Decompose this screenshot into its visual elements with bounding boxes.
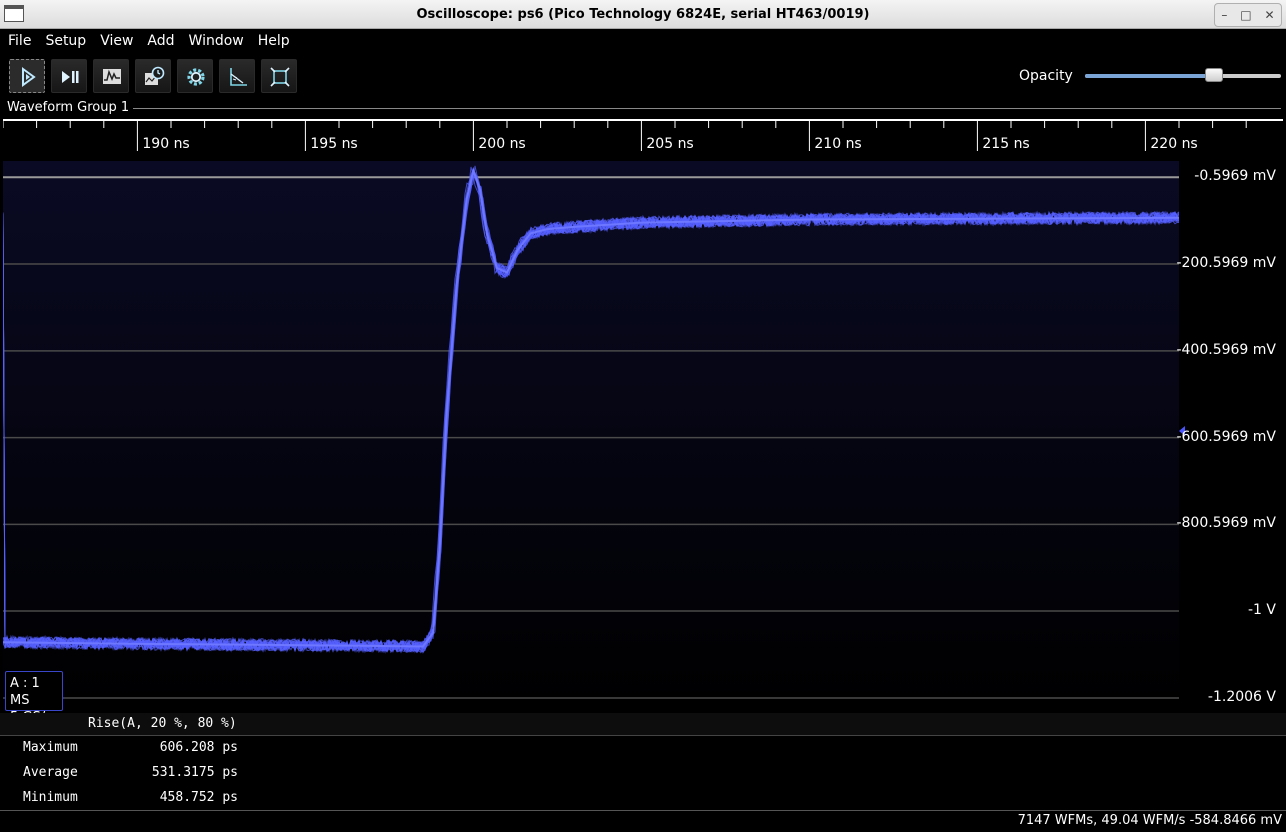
y-axis-label: -400.5969 mV bbox=[1176, 341, 1276, 358]
window-controls: – □ ✕ bbox=[1214, 3, 1282, 27]
measurement-label: Maximum bbox=[23, 740, 78, 755]
start-trigger-button[interactable] bbox=[9, 59, 45, 93]
clock-chart-icon bbox=[145, 66, 165, 85]
measurement-value: 458.752 ps bbox=[159, 790, 238, 805]
menubar: File Setup View Add Window Help bbox=[0, 29, 1286, 53]
play-pause-icon bbox=[62, 71, 79, 83]
measurement-panel: Rise(A, 20 %, 80 %) Maximum 606.208 ps A… bbox=[0, 713, 1286, 811]
measurement-header[interactable]: Rise(A, 20 %, 80 %) bbox=[0, 713, 1286, 736]
measurement-label: Minimum bbox=[23, 790, 78, 805]
timeline-tick-label: 190 ns bbox=[142, 136, 189, 152]
measurement-title: Rise(A, 20 %, 80 %) bbox=[88, 716, 237, 731]
measurement-row: Maximum 606.208 ps bbox=[0, 736, 1286, 761]
waveform-group-title: Waveform Group 1 bbox=[7, 100, 134, 115]
expand-icon bbox=[270, 67, 290, 87]
timeline-tick-label: 200 ns bbox=[478, 136, 525, 152]
channel-info-box[interactable]: A : 1 MS 5 GS/s bbox=[5, 671, 63, 725]
menu-add[interactable]: Add bbox=[141, 33, 180, 49]
window-title: Oscilloscope: ps6 (Pico Technology 6824E… bbox=[416, 7, 870, 22]
measurement-label: Average bbox=[23, 765, 78, 780]
window-titlebar: Oscilloscope: ps6 (Pico Technology 6824E… bbox=[0, 0, 1286, 29]
waveform-icon bbox=[103, 69, 121, 84]
timeline-tick-label: 205 ns bbox=[646, 136, 693, 152]
timeline-ruler[interactable]: 190 ns 195 ns 200 ns 205 ns 210 ns 215 ns 220 … bbox=[3, 119, 1283, 161]
maximize-icon[interactable]: □ bbox=[1240, 8, 1251, 22]
opacity-slider[interactable] bbox=[1085, 68, 1281, 82]
status-bar: 7147 WFMs, 49.04 WFM/s -584.8466 mV bbox=[0, 810, 1286, 832]
waveform-plot[interactable] bbox=[3, 161, 1179, 713]
menu-file[interactable]: File bbox=[2, 33, 37, 49]
toolbar: Opacity bbox=[0, 56, 1286, 96]
opacity-slider-fill bbox=[1085, 74, 1215, 78]
menu-help[interactable]: Help bbox=[252, 33, 296, 49]
ruler-angle-icon bbox=[230, 68, 247, 86]
y-axis-label: -200.5969 mV bbox=[1176, 255, 1276, 272]
opacity-label: Opacity bbox=[1019, 68, 1073, 84]
opacity-slider-thumb[interactable] bbox=[1205, 68, 1224, 82]
y-axis-label: -1 V bbox=[1248, 601, 1276, 618]
timeline-tick-label: 195 ns bbox=[310, 136, 357, 152]
measurement-row: Average 531.3175 ps bbox=[0, 761, 1286, 786]
play-arrow-icon bbox=[22, 67, 36, 87]
fullscreen-button[interactable] bbox=[261, 59, 297, 93]
y-axis-label: -600.5969 mV bbox=[1176, 428, 1276, 445]
close-icon[interactable]: ✕ bbox=[1264, 8, 1274, 22]
group-separator bbox=[133, 108, 1281, 109]
menu-setup[interactable]: Setup bbox=[39, 33, 92, 49]
measurement-value: 606.208 ps bbox=[159, 740, 238, 755]
channel-memory-depth: A : 1 MS bbox=[10, 676, 40, 708]
y-axis-label: -800.5969 mV bbox=[1176, 515, 1276, 532]
timeline-tick-label: 220 ns bbox=[1150, 136, 1197, 152]
history-button[interactable] bbox=[135, 59, 171, 93]
timeline-tick-label: 210 ns bbox=[814, 136, 861, 152]
y-axis[interactable]: -0.5969 mV -200.5969 mV -400.5969 mV -600.5… bbox=[1176, 161, 1283, 713]
timeline-tick-label: 215 ns bbox=[982, 136, 1029, 152]
measurement-row: Minimum 458.752 ps bbox=[0, 786, 1286, 811]
measure-button[interactable] bbox=[219, 59, 255, 93]
menu-window[interactable]: Window bbox=[183, 33, 250, 49]
measurement-value: 531.3175 ps bbox=[151, 765, 238, 780]
y-axis-label: -0.5969 mV bbox=[1194, 168, 1276, 185]
menu-view[interactable]: View bbox=[94, 33, 139, 49]
single-trigger-button[interactable] bbox=[51, 59, 87, 93]
gear-icon bbox=[187, 68, 205, 86]
minimize-icon[interactable]: – bbox=[1221, 8, 1227, 22]
settings-button[interactable] bbox=[177, 59, 213, 93]
add-waveform-button[interactable] bbox=[93, 59, 129, 93]
y-axis-label: -1.2006 V bbox=[1207, 689, 1276, 705]
status-text: 7147 WFMs, 49.04 WFM/s -584.8466 mV bbox=[1017, 813, 1282, 828]
